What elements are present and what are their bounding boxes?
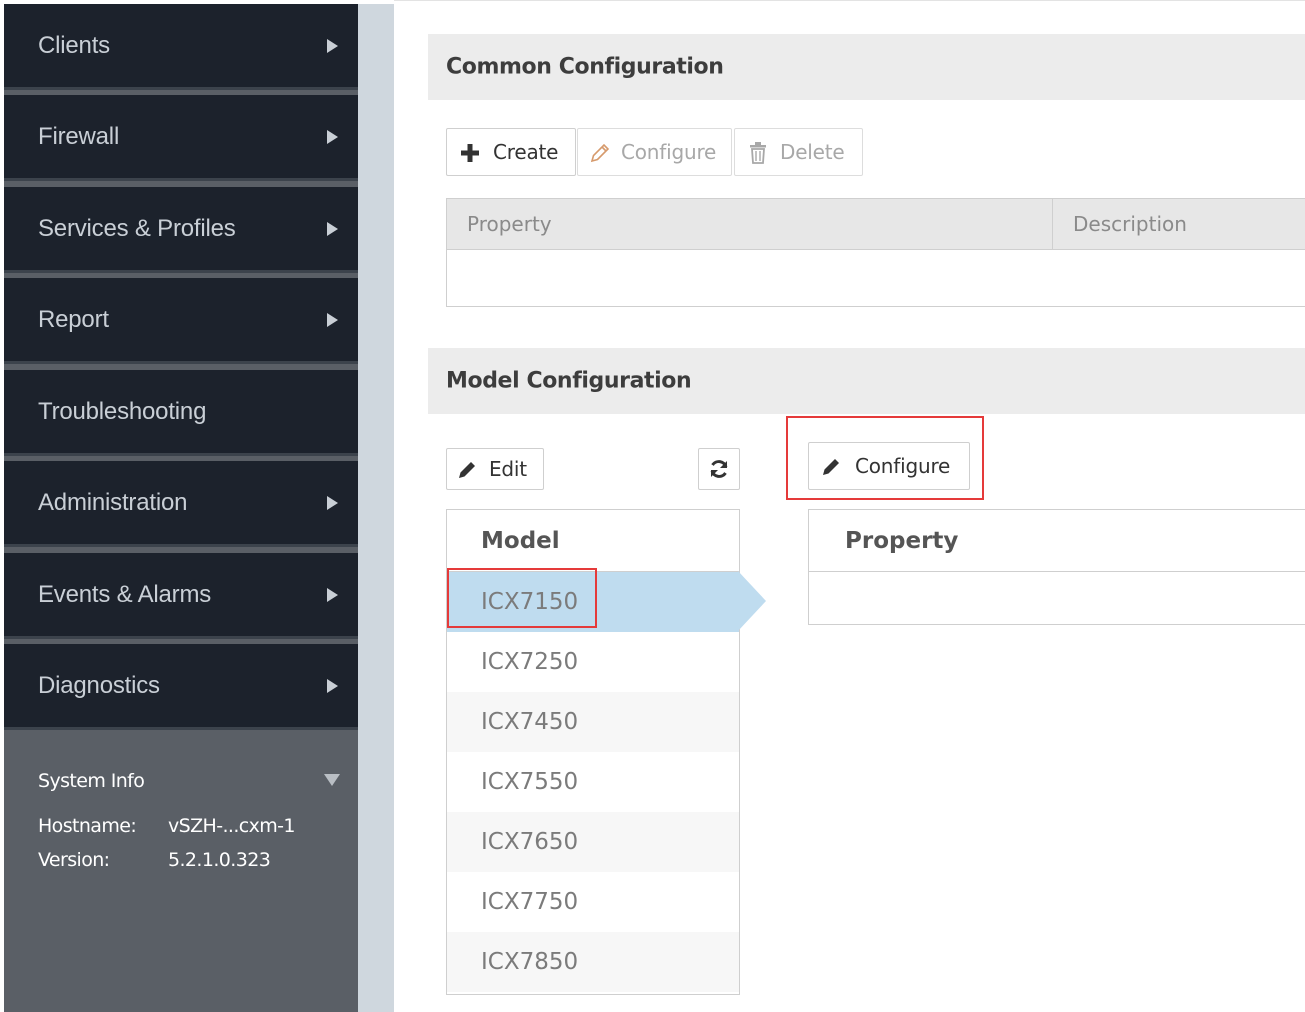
model-configure-button[interactable]: Configure: [808, 442, 970, 490]
sidebar-item-firewall[interactable]: Firewall: [4, 95, 358, 181]
selection-pointer: [738, 571, 766, 631]
configure-button-label: Configure: [621, 140, 717, 164]
model-list: Model ICX7150 ICX7250 ICX7450 ICX7550 IC…: [446, 509, 740, 995]
chevron-right-icon: [327, 38, 338, 53]
column-header-property[interactable]: Property: [447, 199, 1053, 249]
model-row-icx7850[interactable]: ICX7850: [447, 932, 739, 992]
sidebar-item-label: Troubleshooting: [38, 397, 207, 425]
system-info-title[interactable]: System Info: [38, 770, 145, 792]
pencil-icon: [819, 455, 843, 479]
hostname-row: Hostname: vSZH-...cxm-1: [38, 815, 296, 837]
chevron-right-icon: [327, 495, 338, 510]
trash-icon: [747, 141, 769, 165]
sidebar-item-clients[interactable]: Clients: [4, 4, 358, 90]
model-row-icx7550[interactable]: ICX7550: [447, 752, 739, 812]
edit-button[interactable]: Edit: [446, 448, 544, 490]
model-property-table: Property: [808, 509, 1305, 625]
chevron-right-icon: [327, 221, 338, 236]
delete-button[interactable]: Delete: [734, 128, 863, 176]
create-button-label: Create: [493, 140, 559, 164]
plus-icon: [459, 142, 481, 164]
common-config-table-header: Property Description: [446, 198, 1305, 250]
chevron-down-icon[interactable]: [324, 774, 340, 786]
column-header-description[interactable]: Description: [1053, 199, 1305, 249]
hostname-label: Hostname:: [38, 815, 137, 837]
pencil-icon: [588, 141, 612, 165]
sidebar-scroll-strip: [358, 4, 394, 1012]
hostname-value: vSZH-...cxm-1: [168, 815, 296, 837]
configure-button-label: Configure: [855, 454, 951, 478]
sidebar-item-label: Firewall: [38, 122, 120, 150]
sidebar-item-report[interactable]: Report: [4, 278, 358, 364]
common-config-header: Common Configuration: [428, 34, 1305, 100]
sidebar-item-troubleshooting[interactable]: Troubleshooting: [4, 370, 358, 456]
sidebar-item-label: Administration: [38, 488, 188, 516]
refresh-icon: [707, 457, 731, 481]
model-row-icx7150[interactable]: ICX7150: [447, 572, 739, 632]
model-row-icx7450[interactable]: ICX7450: [447, 692, 739, 752]
sidebar-item-label: Diagnostics: [38, 671, 160, 699]
model-row-icx7650[interactable]: ICX7650: [447, 812, 739, 872]
refresh-button[interactable]: [698, 448, 740, 490]
sidebar-item-diagnostics[interactable]: Diagnostics: [4, 644, 358, 730]
section-title: Model Configuration: [446, 368, 692, 394]
delete-button-label: Delete: [780, 140, 845, 164]
sidebar-item-administration[interactable]: Administration: [4, 461, 358, 547]
pencil-icon: [455, 458, 479, 482]
model-list-header[interactable]: Model: [447, 510, 739, 572]
sidebar-item-services-profiles[interactable]: Services & Profiles: [4, 187, 358, 273]
sidebar-item-events-alarms[interactable]: Events & Alarms: [4, 553, 358, 639]
version-value: 5.2.1.0.323: [168, 849, 271, 871]
model-config-header: Model Configuration: [428, 348, 1305, 414]
sidebar: Clients Firewall Services & Profiles Rep…: [4, 4, 358, 1012]
main-content: Common Configuration Create Configure De…: [394, 0, 1305, 1012]
configure-button-disabled[interactable]: Configure: [577, 128, 732, 176]
chevron-right-icon: [327, 129, 338, 144]
section-title: Common Configuration: [446, 54, 724, 80]
chevron-right-icon: [327, 678, 338, 693]
version-row: Version: 5.2.1.0.323: [38, 849, 271, 871]
sidebar-item-label: Report: [38, 305, 109, 333]
sidebar-item-label: Events & Alarms: [38, 580, 212, 608]
model-row-icx7750[interactable]: ICX7750: [447, 872, 739, 932]
common-config-table-body: [446, 249, 1305, 307]
chevron-right-icon: [327, 587, 338, 602]
chevron-right-icon: [327, 312, 338, 327]
sidebar-item-label: Services & Profiles: [38, 214, 236, 242]
sidebar-item-label: Clients: [38, 31, 110, 59]
create-button[interactable]: Create: [446, 128, 576, 176]
model-row-icx7250[interactable]: ICX7250: [447, 632, 739, 692]
version-label: Version:: [38, 849, 110, 871]
column-header-property[interactable]: Property: [809, 510, 1305, 572]
edit-button-label: Edit: [489, 457, 527, 481]
